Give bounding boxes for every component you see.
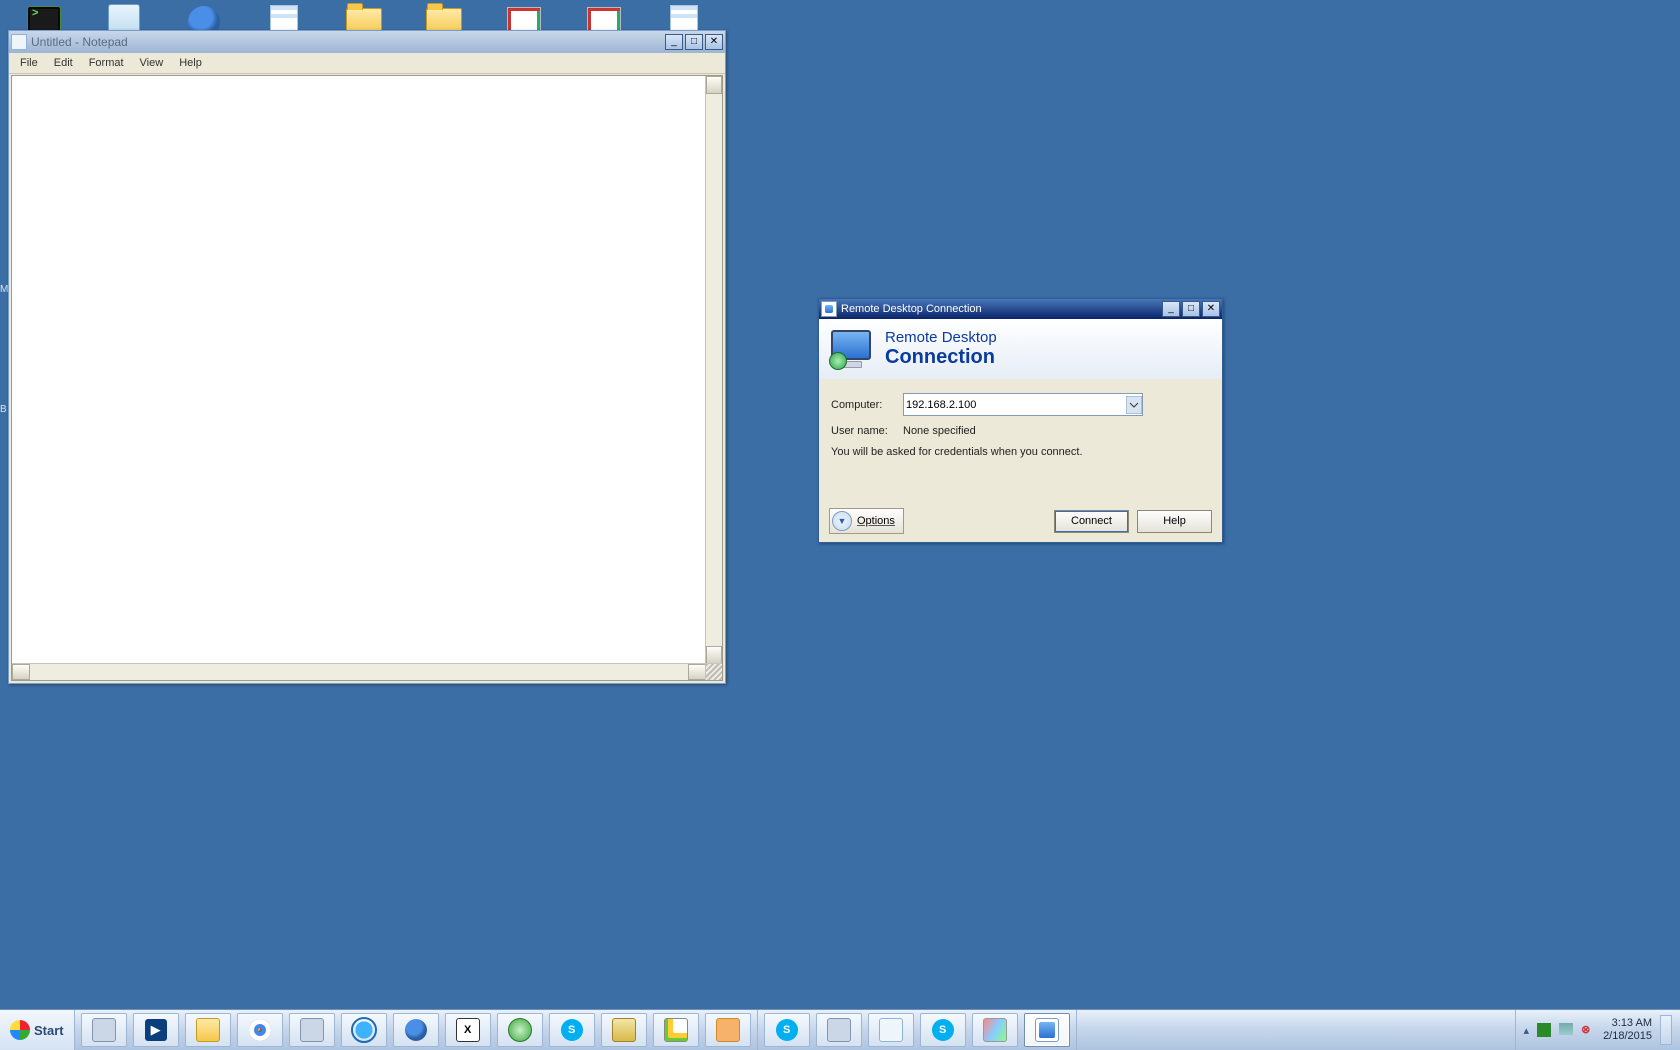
tray-safely-remove-icon[interactable] (1537, 1023, 1551, 1037)
menu-help[interactable]: Help (172, 55, 209, 71)
notepad-maximize-button[interactable]: □ (685, 34, 703, 50)
taskbar: Start ▶ X S S S ▴ (0, 1009, 1680, 1050)
resize-grip[interactable] (705, 663, 722, 680)
task-buttons: S S (758, 1010, 1077, 1050)
rdc-banner-monitor-icon (831, 330, 873, 368)
taskbar-chart-icon[interactable] (653, 1013, 699, 1047)
options-button[interactable]: ▼ Options (829, 508, 904, 534)
scroll-up-button[interactable] (706, 76, 722, 94)
show-desktop-button[interactable] (1660, 1015, 1672, 1045)
username-label: User name: (831, 425, 903, 437)
horizontal-scrollbar[interactable] (12, 663, 706, 680)
clock-date: 2/18/2015 (1603, 1030, 1652, 1043)
taskbar-printer-icon[interactable] (81, 1013, 127, 1047)
taskbar-powershell-icon[interactable]: ▶ (133, 1013, 179, 1047)
computer-label: Computer: (831, 399, 903, 411)
computer-input[interactable] (903, 393, 1143, 416)
desktop[interactable]: MB Untitled - Notepad _ □ ✕ File Edit Fo… (0, 0, 1680, 1050)
remote-desktop-window[interactable]: Remote Desktop Connection _ □ ✕ Remote D… (818, 298, 1223, 543)
taskbar-firefox-icon[interactable] (393, 1013, 439, 1047)
credentials-hint: You will be asked for credentials when y… (831, 446, 1210, 458)
menu-view[interactable]: View (133, 55, 171, 71)
clock-time: 3:13 AM (1603, 1017, 1652, 1030)
task-services[interactable] (816, 1013, 862, 1047)
rdc-banner: Remote Desktop Connection (819, 319, 1222, 380)
rdc-maximize-button[interactable]: □ (1182, 301, 1200, 317)
taskbar-ie-icon[interactable] (341, 1013, 387, 1047)
taskbar-outlook-icon[interactable] (705, 1013, 751, 1047)
tray-alert-icon[interactable]: ⊗ (1581, 1023, 1595, 1037)
taskbar-lock-icon[interactable] (601, 1013, 647, 1047)
task-skype-2[interactable]: S (920, 1013, 966, 1047)
notepad-minimize-button[interactable]: _ (665, 34, 683, 50)
notepad-client-area (11, 75, 723, 681)
notepad-titlebar[interactable]: Untitled - Notepad _ □ ✕ (9, 31, 725, 53)
options-label: Options (857, 515, 895, 527)
taskbar-chrome-icon[interactable] (237, 1013, 283, 1047)
taskbar-skype-icon[interactable]: S (549, 1013, 595, 1047)
windows-orb-icon (10, 1020, 30, 1040)
task-notepad[interactable] (868, 1013, 914, 1047)
vertical-scrollbar[interactable] (705, 76, 722, 664)
rdc-title: Remote Desktop Connection (841, 303, 1162, 315)
menu-format[interactable]: Format (82, 55, 131, 71)
notepad-title: Untitled - Notepad (31, 35, 665, 49)
chevron-down-icon: ▼ (832, 511, 852, 531)
rdc-titlebar[interactable]: Remote Desktop Connection _ □ ✕ (819, 299, 1222, 319)
rdc-banner-line1: Remote Desktop (885, 329, 997, 346)
start-button[interactable]: Start (0, 1010, 75, 1050)
quick-launch: ▶ X S (75, 1010, 758, 1050)
start-label: Start (34, 1023, 64, 1038)
scroll-down-button[interactable] (706, 646, 722, 664)
rdc-app-icon (821, 301, 837, 317)
rdc-banner-line2: Connection (885, 346, 997, 369)
tray-expand-icon[interactable]: ▴ (1524, 1024, 1530, 1037)
taskbar-clock[interactable]: 3:13 AM 2/18/2015 (1603, 1017, 1652, 1042)
taskbar-windows-flag-icon[interactable] (289, 1013, 335, 1047)
menu-edit[interactable]: Edit (47, 55, 80, 71)
notepad-close-button[interactable]: ✕ (705, 34, 723, 50)
notepad-menubar: File Edit Format View Help (9, 53, 725, 74)
taskbar-refresh-icon[interactable] (497, 1013, 543, 1047)
rdc-body: Computer: User name: None specified You … (819, 379, 1222, 542)
notepad-window[interactable]: Untitled - Notepad _ □ ✕ File Edit Forma… (8, 30, 726, 684)
username-value: None specified (903, 425, 976, 437)
task-paint[interactable] (972, 1013, 1018, 1047)
rdc-close-button[interactable]: ✕ (1202, 301, 1220, 317)
scroll-right-button[interactable] (688, 664, 706, 680)
taskbar-xming-icon[interactable]: X (445, 1013, 491, 1047)
scroll-left-button[interactable] (12, 664, 30, 680)
notepad-textarea[interactable] (12, 76, 706, 664)
task-remote-desktop[interactable] (1024, 1013, 1070, 1047)
menu-file[interactable]: File (13, 55, 45, 71)
system-tray: ▴ ⊗ 3:13 AM 2/18/2015 (1515, 1010, 1680, 1050)
rdc-minimize-button[interactable]: _ (1162, 301, 1180, 317)
taskbar-explorer-icon[interactable] (185, 1013, 231, 1047)
connect-button[interactable]: Connect (1054, 510, 1129, 533)
task-skype[interactable]: S (764, 1013, 810, 1047)
tray-network-icon[interactable] (1559, 1023, 1573, 1037)
notepad-app-icon (11, 34, 27, 50)
help-button[interactable]: Help (1137, 510, 1212, 533)
